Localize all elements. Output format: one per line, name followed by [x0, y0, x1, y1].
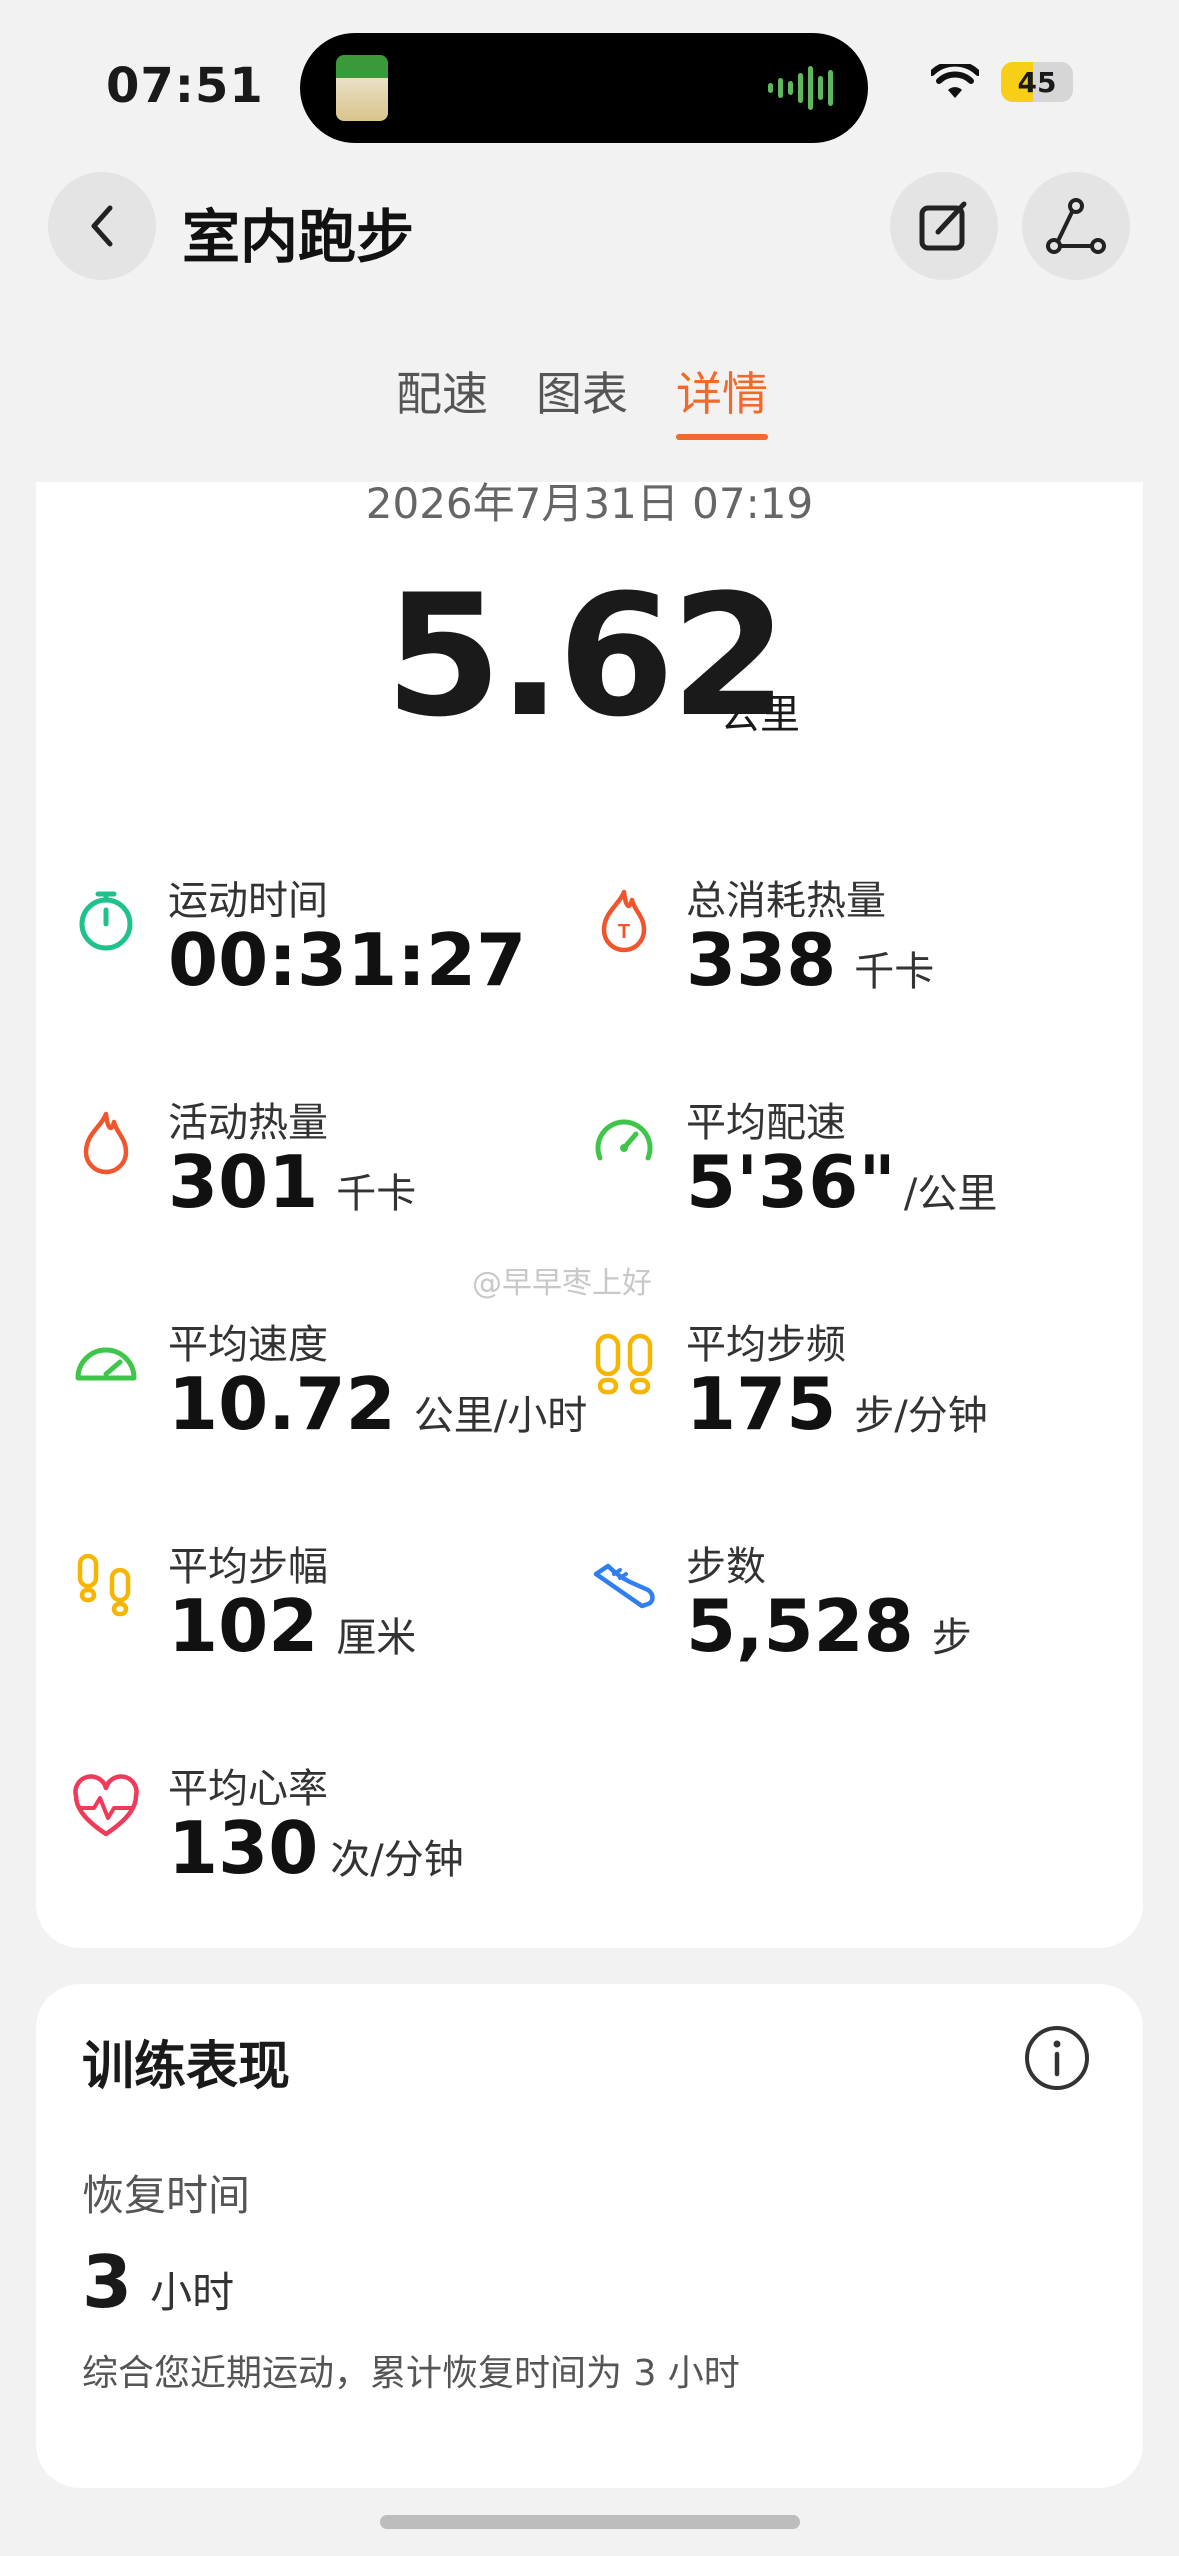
metric-unit: 公里/小时 [413, 1393, 588, 1439]
heart-rate-icon [73, 1774, 139, 1837]
metric-unit: /公里 [903, 1171, 998, 1217]
route-share-button[interactable] [1022, 172, 1130, 280]
dynamic-island[interactable] [300, 33, 868, 143]
stride-icon [77, 1553, 131, 1617]
calorie-total-icon: T [601, 889, 647, 953]
workout-date: 2026年7月31日 07:19 [365, 479, 814, 528]
status-indicators: 45 [931, 62, 1073, 102]
edit-icon [919, 201, 967, 251]
metric-value: 10.72 [168, 1362, 396, 1446]
stopwatch-icon [79, 891, 133, 951]
metric-value: 5,528 [686, 1584, 914, 1668]
back-button[interactable] [48, 172, 156, 280]
watermark: @早早枣上好 [472, 1266, 652, 1301]
metric-unit: 千卡 [854, 949, 935, 995]
distance-unit: 公里 [720, 692, 800, 738]
training-performance-card: 训练表现 恢复时间 3 小时 综合您近期运动，累计恢复时间为 3 小时 [36, 1984, 1143, 2488]
info-icon[interactable] [1023, 2024, 1091, 2092]
home-indicator[interactable] [380, 2515, 800, 2529]
metric-unit: 千卡 [336, 1171, 417, 1217]
speedometer-icon [75, 1347, 137, 1381]
tab-bar: 配速 图表 详情 [396, 358, 768, 440]
recovery-unit: 小时 [150, 2268, 235, 2317]
recovery-value: 3 [82, 2240, 133, 2324]
share-icon [1046, 198, 1106, 254]
page-title: 室内跑步 [182, 203, 415, 271]
metric-value: 130 [168, 1806, 319, 1890]
metric-value: 102 [168, 1584, 319, 1668]
training-title: 训练表现 [82, 2037, 291, 2097]
recovery-label: 恢复时间 [82, 2171, 251, 2220]
metric-unit: 厘米 [336, 1615, 417, 1661]
recovery-note: 综合您近期运动，累计恢复时间为 3 小时 [82, 2353, 740, 2394]
status-time: 07:51 [106, 58, 264, 114]
svg-text:T: T [618, 921, 630, 943]
metric-value: 00:31:27 [168, 918, 527, 1002]
pace-gauge-icon [595, 1119, 653, 1161]
shoe-icon [593, 1563, 655, 1609]
metric-value: 175 [686, 1362, 837, 1446]
tab-details[interactable]: 详情 [676, 358, 768, 440]
tab-pace[interactable]: 配速 [396, 358, 488, 440]
metric-value: 301 [168, 1140, 319, 1224]
metric-unit: 步 [931, 1615, 972, 1661]
app-thumbnail-icon [336, 55, 388, 121]
chevron-left-icon [91, 205, 113, 247]
wifi-icon [931, 64, 979, 98]
battery-indicator: 45 [1001, 62, 1073, 102]
audio-wave-icon [768, 61, 838, 115]
metric-unit: 次/分钟 [330, 1837, 464, 1883]
metric-unit: 步/分钟 [854, 1393, 988, 1439]
metric-value: 5'36" [686, 1140, 896, 1224]
flame-icon [83, 1111, 129, 1175]
edit-button[interactable] [890, 172, 998, 280]
metric-value: 338 [686, 918, 837, 1002]
footprints-icon [595, 1333, 653, 1395]
tab-chart[interactable]: 图表 [536, 358, 628, 440]
